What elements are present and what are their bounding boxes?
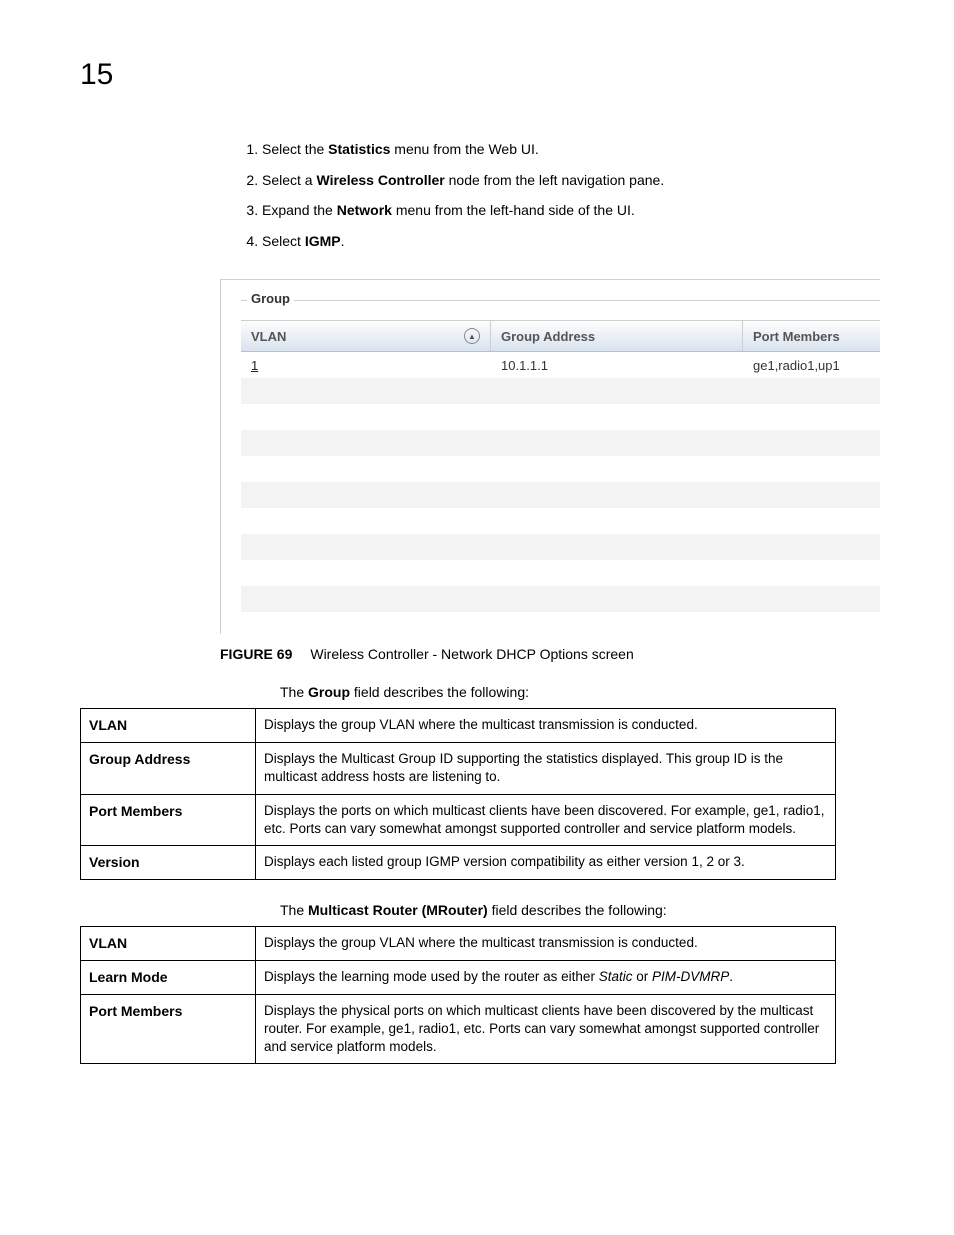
- data-grid: VLAN ▲ Group Address Port Members 1: [241, 320, 880, 634]
- sort-ascending-icon: ▲: [464, 328, 480, 344]
- step-2: Select a Wireless Controller node from t…: [262, 171, 834, 191]
- intro-bold: Group: [308, 684, 350, 700]
- table-row: [241, 560, 880, 586]
- step-text-post: .: [341, 233, 345, 249]
- term-cell: Learn Mode: [81, 960, 256, 994]
- mrouter-table-wrap: VLAN Displays the group VLAN where the m…: [80, 926, 874, 1064]
- table-row: [241, 534, 880, 560]
- table-row: VLAN Displays the group VLAN where the m…: [81, 927, 836, 961]
- step-text-pre: Select a: [262, 172, 316, 188]
- table-row: Learn Mode Displays the learning mode us…: [81, 960, 836, 994]
- column-header-vlan[interactable]: VLAN ▲: [241, 321, 491, 351]
- term-cell: Port Members: [81, 794, 256, 845]
- term-cell: VLAN: [81, 927, 256, 961]
- intro-pre: The: [280, 902, 308, 918]
- desc-cell: Displays the physical ports on which mul…: [256, 994, 836, 1064]
- mrouter-description-table: VLAN Displays the group VLAN where the m…: [80, 926, 836, 1064]
- steps-block: Select the Statistics menu from the Web …: [240, 140, 834, 251]
- table-row: [241, 456, 880, 482]
- term-cell: Version: [81, 846, 256, 880]
- desc-italic-2: PIM-DVMRP: [652, 969, 729, 984]
- step-text-pre: Select: [262, 233, 305, 249]
- desc-pre: Displays the learning mode used by the r…: [264, 969, 599, 984]
- desc-cell: Displays the learning mode used by the r…: [256, 960, 836, 994]
- table-row: VLAN Displays the group VLAN where the m…: [81, 709, 836, 743]
- desc-cell: Displays the group VLAN where the multic…: [256, 927, 836, 961]
- cell-vlan[interactable]: 1: [241, 352, 491, 378]
- step-text-post: menu from the Web UI.: [390, 141, 538, 157]
- cell-port-members: ge1,radio1,up1: [743, 352, 880, 378]
- group-panel: Group VLAN ▲ Group Address Port Members: [241, 300, 880, 634]
- panel-border: [241, 300, 880, 302]
- term-cell: Group Address: [81, 743, 256, 794]
- screenshot-figure: Group VLAN ▲ Group Address Port Members: [220, 279, 874, 634]
- intro-post: field describes the following:: [488, 902, 667, 918]
- intro-bold: Multicast Router (MRouter): [308, 902, 488, 918]
- column-header-vlan-label: VLAN: [251, 329, 286, 344]
- table-row: Port Members Displays the ports on which…: [81, 794, 836, 845]
- step-4: Select IGMP.: [262, 232, 834, 252]
- desc-cell: Displays the Multicast Group ID supporti…: [256, 743, 836, 794]
- step-text-pre: Expand the: [262, 202, 337, 218]
- term-cell: Port Members: [81, 994, 256, 1064]
- cell-group-address: 10.1.1.1: [491, 352, 743, 378]
- step-text-bold: Wireless Controller: [316, 172, 444, 188]
- table-row: [241, 404, 880, 430]
- step-text-post: node from the left navigation pane.: [445, 172, 664, 188]
- group-intro: The Group field describes the following:: [280, 684, 874, 700]
- table-row: [241, 378, 880, 404]
- table-row: [241, 508, 880, 534]
- step-text-bold: Network: [337, 202, 392, 218]
- column-header-group-address[interactable]: Group Address: [491, 321, 743, 351]
- table-row: Group Address Displays the Multicast Gro…: [81, 743, 836, 794]
- table-row: [241, 430, 880, 456]
- group-table-wrap: VLAN Displays the group VLAN where the m…: [80, 708, 874, 880]
- figure-label: FIGURE 69: [220, 646, 292, 662]
- steps-list: Select the Statistics menu from the Web …: [240, 140, 834, 251]
- step-1: Select the Statistics menu from the Web …: [262, 140, 834, 160]
- grid-body: 1 10.1.1.1 ge1,radio1,up1: [241, 352, 880, 612]
- figure-caption: FIGURE 69 Wireless Controller - Network D…: [220, 646, 874, 662]
- column-header-port-members[interactable]: Port Members: [743, 321, 880, 351]
- step-3: Expand the Network menu from the left-ha…: [262, 201, 834, 221]
- term-cell: VLAN: [81, 709, 256, 743]
- table-row[interactable]: 1 10.1.1.1 ge1,radio1,up1: [241, 352, 880, 378]
- desc-mid: or: [632, 969, 652, 984]
- column-header-port-members-label: Port Members: [753, 329, 840, 344]
- table-row: Port Members Displays the physical ports…: [81, 994, 836, 1064]
- intro-post: field describes the following:: [350, 684, 529, 700]
- desc-post: .: [729, 969, 733, 984]
- table-row: [241, 482, 880, 508]
- figure-caption-text: Wireless Controller - Network DHCP Optio…: [310, 646, 633, 662]
- desc-cell: Displays the ports on which multicast cl…: [256, 794, 836, 845]
- desc-cell: Displays the group VLAN where the multic…: [256, 709, 836, 743]
- step-text-pre: Select the: [262, 141, 328, 157]
- desc-italic-1: Static: [599, 969, 633, 984]
- step-text-bold: Statistics: [328, 141, 390, 157]
- column-header-group-address-label: Group Address: [501, 329, 595, 344]
- chapter-number: 15: [80, 58, 113, 92]
- intro-pre: The: [280, 684, 308, 700]
- document-page: 15 Select the Statistics menu from the W…: [0, 0, 954, 1235]
- grid-header: VLAN ▲ Group Address Port Members: [241, 320, 880, 352]
- mrouter-intro: The Multicast Router (MRouter) field des…: [280, 902, 874, 918]
- step-text-bold: IGMP: [305, 233, 341, 249]
- table-row: [241, 586, 880, 612]
- screenshot-frame: Group VLAN ▲ Group Address Port Members: [220, 279, 880, 634]
- panel-title: Group: [247, 291, 294, 306]
- table-row: Version Displays each listed group IGMP …: [81, 846, 836, 880]
- desc-cell: Displays each listed group IGMP version …: [256, 846, 836, 880]
- step-text-post: menu from the left-hand side of the UI.: [392, 202, 635, 218]
- group-description-table: VLAN Displays the group VLAN where the m…: [80, 708, 836, 880]
